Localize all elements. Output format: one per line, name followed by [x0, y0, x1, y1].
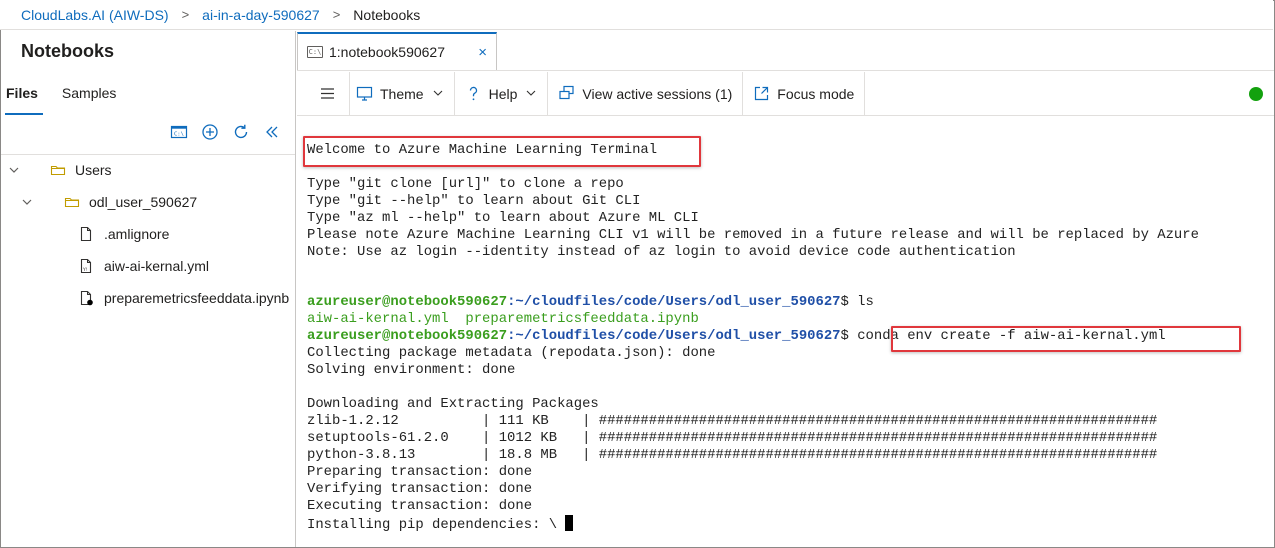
theme-dropdown[interactable]: Theme — [350, 71, 455, 116]
sessions-label: View active sessions (1) — [582, 85, 733, 102]
breadcrumb-resource-link[interactable]: ai-in-a-day-590627 — [202, 7, 320, 23]
tab-label: 1:notebook590627 — [329, 44, 445, 60]
breadcrumb-separator: > — [332, 7, 341, 22]
tree-folder-users[interactable]: Users — [7, 158, 112, 182]
terminal-tab-icon: C:\ — [307, 46, 323, 58]
breadcrumb: CloudLabs.AI (AIW-DS) > ai-in-a-day-5906… — [0, 0, 1273, 30]
terminal-line: setuptools-61.2.0 | 1012 KB | ##########… — [307, 430, 1158, 446]
tab-terminal-notebook[interactable]: C:\ 1:notebook590627 × — [297, 32, 497, 70]
tree-file-yml[interactable]: Y! aiw-ai-kernal.yml — [77, 254, 209, 278]
sessions-icon — [559, 85, 574, 100]
menu-button[interactable] — [297, 71, 350, 116]
question-icon — [469, 86, 477, 101]
add-icon[interactable] — [201, 123, 219, 141]
tree-label: Users — [75, 162, 112, 178]
tree-label: aiw-ai-kernal.yml — [104, 258, 210, 274]
chevron-down-icon[interactable] — [20, 195, 34, 209]
terminal-line: Please note Azure Machine Learning CLI v… — [307, 227, 1199, 243]
prompt-symbol: $ — [840, 294, 849, 310]
terminal-cursor — [565, 515, 574, 531]
focus-mode-icon — [755, 86, 769, 101]
tree-file-notebook[interactable]: preparemetricsfeeddata.ipynb — [77, 286, 289, 310]
terminal-line: python-3.8.13 | 18.8 MB | ##############… — [307, 447, 1158, 463]
highlight-box-welcome — [303, 136, 701, 167]
terminal-line: Preparing transaction: done — [307, 464, 533, 480]
terminal-line: Type "az ml --help" to learn about Azure… — [307, 210, 699, 226]
chevron-down-icon[interactable] — [7, 163, 21, 177]
breadcrumb-current: Notebooks — [353, 6, 421, 23]
highlight-box-command — [891, 326, 1241, 352]
terminal-line: Type "git --help" to learn about Git CLI — [307, 193, 641, 209]
theme-label: Theme — [380, 85, 424, 102]
prompt-user: azureuser@notebook590627 — [307, 294, 508, 310]
tree-folder-odl-user[interactable]: odl_user_590627 — [20, 190, 197, 214]
svg-text:Y!: Y! — [82, 267, 88, 273]
terminal-line: Downloading and Extracting Packages — [307, 396, 599, 412]
monitor-icon — [356, 86, 373, 101]
prompt-user: azureuser@notebook590627 — [307, 328, 508, 344]
file-icon — [77, 225, 95, 243]
sidebar-toolbar: C:\ — [170, 123, 281, 141]
terminal-line: Verifying transaction: done — [307, 481, 533, 497]
hamburger-icon — [321, 88, 334, 99]
terminal-line: Executing transaction: done — [307, 498, 533, 514]
folder-icon — [49, 161, 67, 179]
svg-text:C:\: C:\ — [174, 132, 184, 138]
view-active-sessions-button[interactable]: View active sessions (1) — [548, 71, 744, 116]
terminal-line: Note: Use az login --identity instead of… — [307, 244, 1016, 260]
tab-samples[interactable]: Samples — [57, 83, 121, 117]
tab-files[interactable]: Files — [1, 83, 43, 117]
chevron-down-icon — [424, 86, 444, 102]
chevron-down-icon — [517, 86, 537, 102]
breadcrumb-separator: > — [181, 7, 190, 22]
terminal-icon[interactable]: C:\ — [170, 123, 188, 141]
help-label: Help — [488, 85, 518, 102]
tree-file-amlignore[interactable]: .amlignore — [77, 222, 169, 246]
notebooks-sidebar: Notebooks Files Samples C:\ Users odl_us… — [1, 31, 296, 547]
folder-icon — [63, 193, 81, 211]
terminal-toolbar: Theme Help View active sessions (1) Focu… — [297, 71, 1274, 116]
yml-file-icon: Y! — [77, 257, 95, 275]
terminal-line: Type "git clone [url]" to clone a repo — [307, 176, 624, 192]
command-text: ls — [848, 294, 874, 310]
terminal-line: zlib-1.2.12 | 111 KB | #################… — [307, 413, 1158, 429]
terminal-line: Collecting package metadata (repodata.js… — [307, 345, 716, 361]
terminal-output[interactable]: Welcome to Azure Machine Learning Termin… — [298, 117, 1274, 547]
tree-label: .amlignore — [104, 226, 170, 242]
terminal-last-line: Installing pip dependencies: \ — [307, 515, 574, 534]
terminal-prompt-line: azureuser@notebook590627:~/cloudfiles/co… — [307, 294, 874, 311]
terminal-line: Solving environment: done — [307, 362, 516, 378]
prompt-path: :~/cloudfiles/code/Users/odl_user_590627 — [507, 328, 841, 344]
ls-output: aiw-ai-kernal.yml preparemetricsfeeddata… — [307, 311, 699, 327]
focus-label: Focus mode — [777, 85, 855, 102]
help-dropdown[interactable]: Help — [455, 71, 549, 116]
refresh-icon[interactable] — [232, 123, 250, 141]
close-icon[interactable]: × — [478, 44, 487, 61]
sidebar-divider — [1, 154, 295, 155]
document-tab-bar: C:\ 1:notebook590627 × — [297, 31, 1274, 71]
breadcrumb-workspace-link[interactable]: CloudLabs.AI (AIW-DS) — [21, 7, 169, 23]
terminal-line-text: Installing pip dependencies: \ — [307, 517, 566, 533]
sidebar-title: Notebooks — [21, 41, 115, 61]
notebook-file-icon — [77, 289, 95, 307]
prompt-path: :~/cloudfiles/code/Users/odl_user_590627 — [507, 294, 841, 310]
tree-label: odl_user_590627 — [89, 194, 198, 210]
sidebar-tabs: Files Samples — [1, 83, 121, 117]
prompt-symbol: $ — [840, 328, 849, 344]
compute-status-indicator — [1249, 87, 1263, 101]
collapse-icon[interactable] — [263, 123, 281, 141]
tree-label: preparemetricsfeeddata.ipynb — [104, 290, 290, 306]
focus-mode-button[interactable]: Focus mode — [743, 71, 866, 116]
